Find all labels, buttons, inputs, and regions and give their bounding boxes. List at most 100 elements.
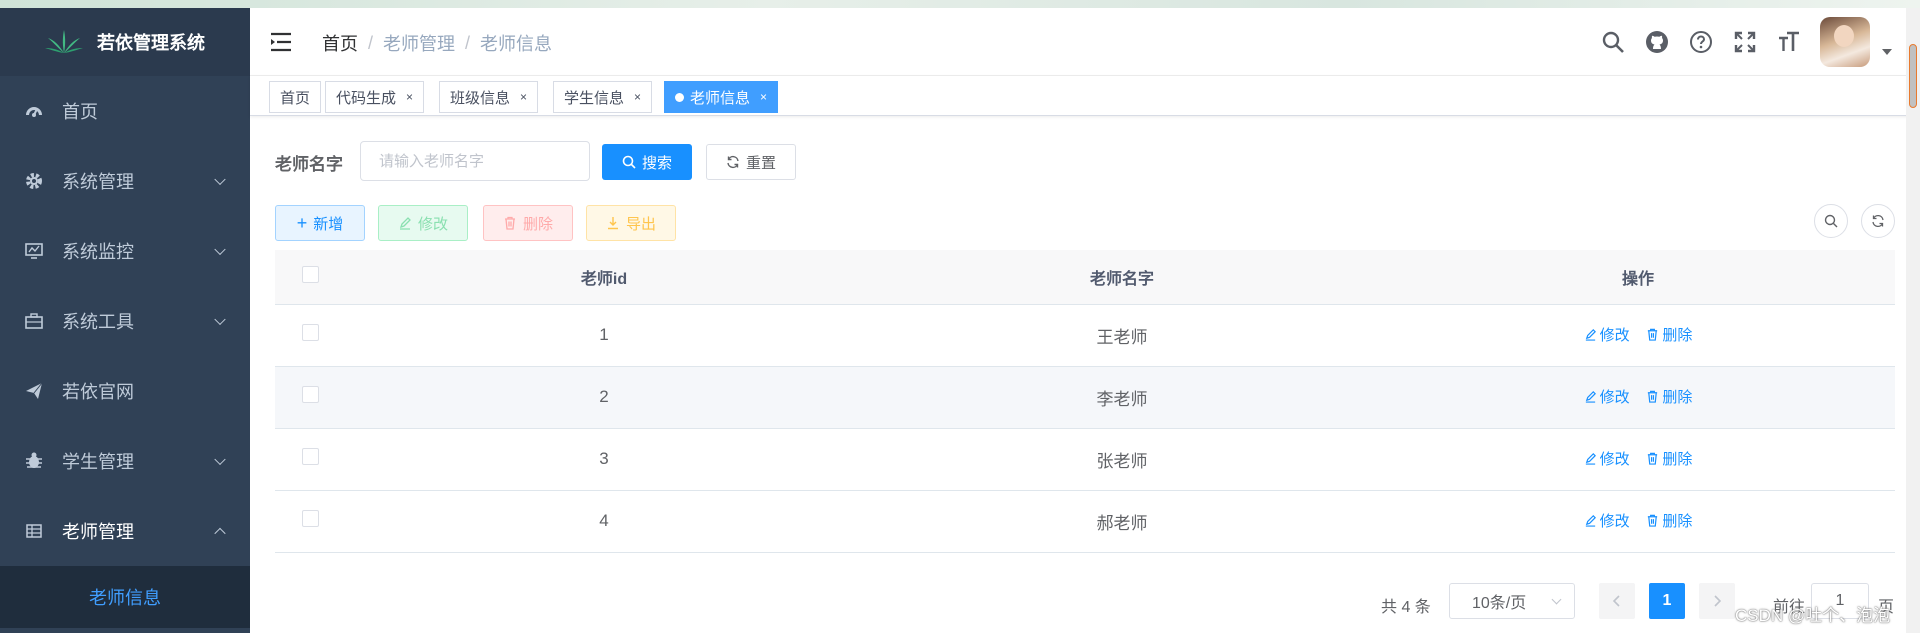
row-edit-link[interactable]: 修改 <box>1584 448 1630 469</box>
table-row: 1 王老师 修改 删除 <box>275 304 1895 367</box>
trash-icon <box>1648 452 1658 465</box>
next-page-button[interactable] <box>1699 583 1735 619</box>
edit-icon <box>399 217 411 230</box>
add-button[interactable]: + 新增 <box>275 205 365 241</box>
refresh-button[interactable] <box>1861 204 1895 238</box>
row-delete-link[interactable]: 删除 <box>1646 510 1692 531</box>
row-delete-label: 删除 <box>1662 513 1693 530</box>
chevron-down-icon <box>214 453 226 466</box>
fullscreen-icon[interactable] <box>1732 29 1758 55</box>
page-size-value: 10条/页 <box>1472 595 1527 612</box>
cell-name: 李老师 <box>863 366 1381 429</box>
row-checkbox[interactable] <box>301 448 319 465</box>
row-delete-label: 删除 <box>1662 451 1693 468</box>
avatar[interactable] <box>1820 17 1870 67</box>
toolbox-icon <box>24 311 44 331</box>
chevron-down-icon <box>214 173 226 186</box>
sidebar-item-home[interactable]: 首页 <box>0 76 250 146</box>
add-button-label: 新增 <box>313 215 344 233</box>
reset-button[interactable]: 重置 <box>706 144 796 180</box>
prev-page-button[interactable] <box>1599 583 1635 619</box>
select-all-checkbox[interactable] <box>301 265 319 283</box>
row-delete-link[interactable]: 删除 <box>1646 324 1692 345</box>
search-button[interactable]: 搜索 <box>602 144 692 180</box>
sidebar-item-label: 若依官网 <box>62 382 134 402</box>
edit-button[interactable]: 修改 <box>378 205 468 241</box>
cell-name: 郝老师 <box>863 490 1381 553</box>
tag-teacher-info[interactable]: 老师信息 × <box>664 81 779 113</box>
sidebar-item-monitor[interactable]: 系统监控 <box>0 216 250 286</box>
sidebar-item-teachers[interactable]: 老师管理 <box>0 496 250 566</box>
row-edit-link[interactable]: 修改 <box>1584 324 1630 345</box>
search-icon <box>1824 214 1838 228</box>
sidebar-item-label: 系统工具 <box>62 312 134 332</box>
sidebar-item-label: 系统管理 <box>62 172 134 192</box>
export-button[interactable]: 导出 <box>586 205 676 241</box>
page-number-current[interactable]: 1 <box>1649 583 1685 619</box>
tag-label: 代码生成 <box>336 89 397 107</box>
toggle-search-button[interactable] <box>1814 204 1848 238</box>
close-icon[interactable]: × <box>634 90 641 104</box>
sidebar-subitem-teacher-info[interactable]: 老师信息 <box>0 566 250 628</box>
tag-codegen[interactable]: 代码生成 × <box>325 81 425 113</box>
edit-icon <box>1585 515 1596 527</box>
reset-button-label: 重置 <box>745 154 776 172</box>
github-icon[interactable] <box>1644 29 1670 55</box>
logo-icon <box>45 30 83 53</box>
row-checkbox[interactable] <box>301 324 319 341</box>
navbar-right-menu <box>1600 16 1892 68</box>
sidebar-logo[interactable]: 若依管理系统 <box>0 8 250 76</box>
close-icon[interactable]: × <box>760 90 767 104</box>
tag-class-info[interactable]: 班级信息 × <box>439 81 539 113</box>
cell-name: 王老师 <box>863 304 1381 367</box>
row-edit-label: 修改 <box>1599 513 1630 530</box>
table-row: 4 郝老师 修改 删除 <box>275 490 1895 553</box>
row-delete-link[interactable]: 删除 <box>1646 386 1692 407</box>
bug-icon <box>24 451 44 471</box>
row-delete-label: 删除 <box>1662 327 1693 344</box>
close-icon[interactable]: × <box>520 90 527 104</box>
sidebar-item-students[interactable]: 学生管理 <box>0 426 250 496</box>
search-icon <box>622 155 636 169</box>
edit-button-label: 修改 <box>417 215 448 233</box>
row-edit-link[interactable]: 修改 <box>1584 510 1630 531</box>
search-icon[interactable] <box>1600 29 1626 55</box>
row-edit-label: 修改 <box>1599 327 1630 344</box>
scrollbar-thumb[interactable] <box>1909 44 1917 108</box>
row-edit-link[interactable]: 修改 <box>1584 386 1630 407</box>
sidebar-item-website[interactable]: 若依官网 <box>0 356 250 426</box>
row-delete-link[interactable]: 删除 <box>1646 448 1692 469</box>
cell-id: 4 <box>345 490 863 553</box>
tag-home[interactable]: 首页 <box>269 81 322 113</box>
breadcrumb: 首页 / 老师管理 / 老师信息 <box>322 30 552 56</box>
tag-label: 学生信息 <box>564 89 625 107</box>
export-button-label: 导出 <box>625 215 656 233</box>
row-delete-label: 删除 <box>1662 389 1693 406</box>
row-edit-label: 修改 <box>1599 389 1630 406</box>
font-size-icon[interactable] <box>1776 29 1802 55</box>
close-icon[interactable]: × <box>406 90 413 104</box>
search-label: 老师名字 <box>275 155 343 174</box>
teacher-name-input[interactable] <box>360 141 590 181</box>
select-all-cell <box>275 250 345 305</box>
help-icon[interactable] <box>1688 29 1714 55</box>
table-header-row: 老师id 老师名字 操作 <box>275 250 1895 305</box>
page-size-select[interactable]: 10条/页 <box>1449 583 1575 619</box>
breadcrumb-home[interactable]: 首页 <box>322 30 358 56</box>
tag-label: 班级信息 <box>450 89 511 107</box>
sidebar-item-tools[interactable]: 系统工具 <box>0 286 250 356</box>
plus-icon: + <box>296 213 308 233</box>
chevron-up-icon <box>214 527 226 540</box>
chevron-down-icon <box>1551 594 1562 605</box>
teacher-table: 老师id 老师名字 操作 1 王老师 修改 删除 2 李老师 修改 删除 3 张… <box>275 250 1895 553</box>
delete-button[interactable]: 删除 <box>483 205 573 241</box>
trash-icon <box>504 216 515 230</box>
caret-down-icon[interactable] <box>1882 49 1892 55</box>
breadcrumb-level1: 老师管理 <box>383 34 456 54</box>
row-checkbox[interactable] <box>301 386 319 403</box>
page-scrollbar[interactable] <box>1906 8 1920 633</box>
hamburger-icon[interactable] <box>270 32 292 52</box>
sidebar-item-system[interactable]: 系统管理 <box>0 146 250 216</box>
tag-student-info[interactable]: 学生信息 × <box>553 81 653 113</box>
row-checkbox[interactable] <box>301 510 319 527</box>
